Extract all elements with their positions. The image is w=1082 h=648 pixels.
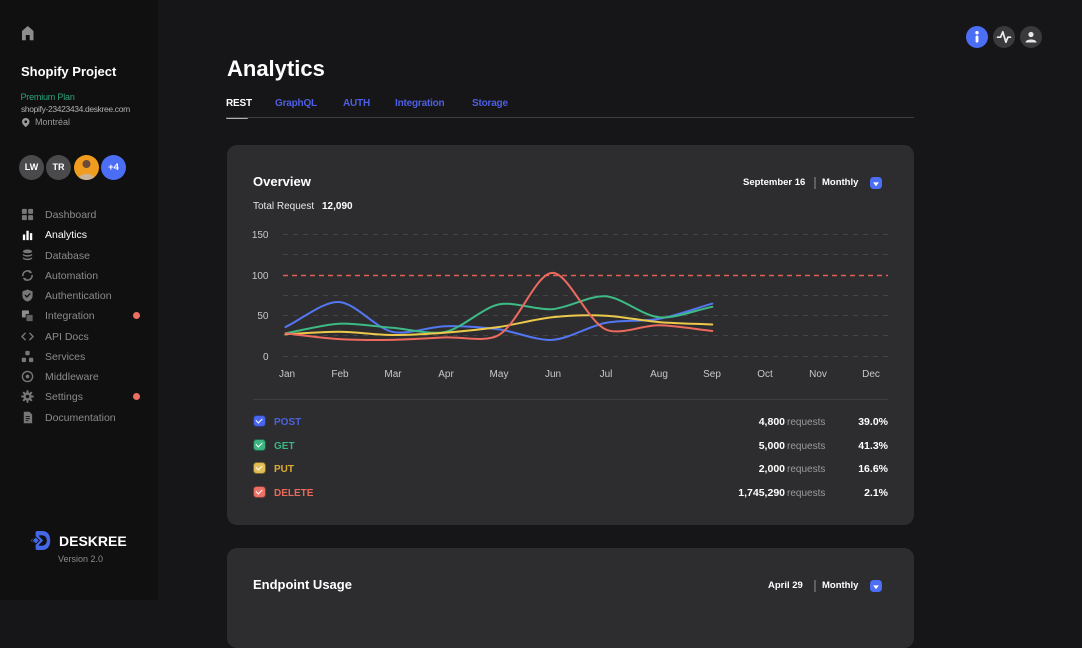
svg-text:50: 50 [257,311,269,322]
svg-text:Aug: Aug [650,369,668,380]
svg-text:Jul: Jul [600,369,613,380]
svg-text:150: 150 [252,230,269,241]
svg-text:Jun: Jun [545,369,561,380]
svg-text:Feb: Feb [331,369,349,380]
svg-text:Dec: Dec [862,369,880,380]
svg-text:100: 100 [252,271,269,282]
svg-text:Sep: Sep [703,369,721,380]
svg-text:Jan: Jan [279,369,295,380]
svg-text:May: May [490,369,509,380]
svg-text:Mar: Mar [384,369,402,380]
svg-text:Nov: Nov [809,369,827,380]
svg-text:Oct: Oct [757,369,773,380]
svg-text:0: 0 [263,352,269,363]
svg-text:Apr: Apr [438,369,454,380]
